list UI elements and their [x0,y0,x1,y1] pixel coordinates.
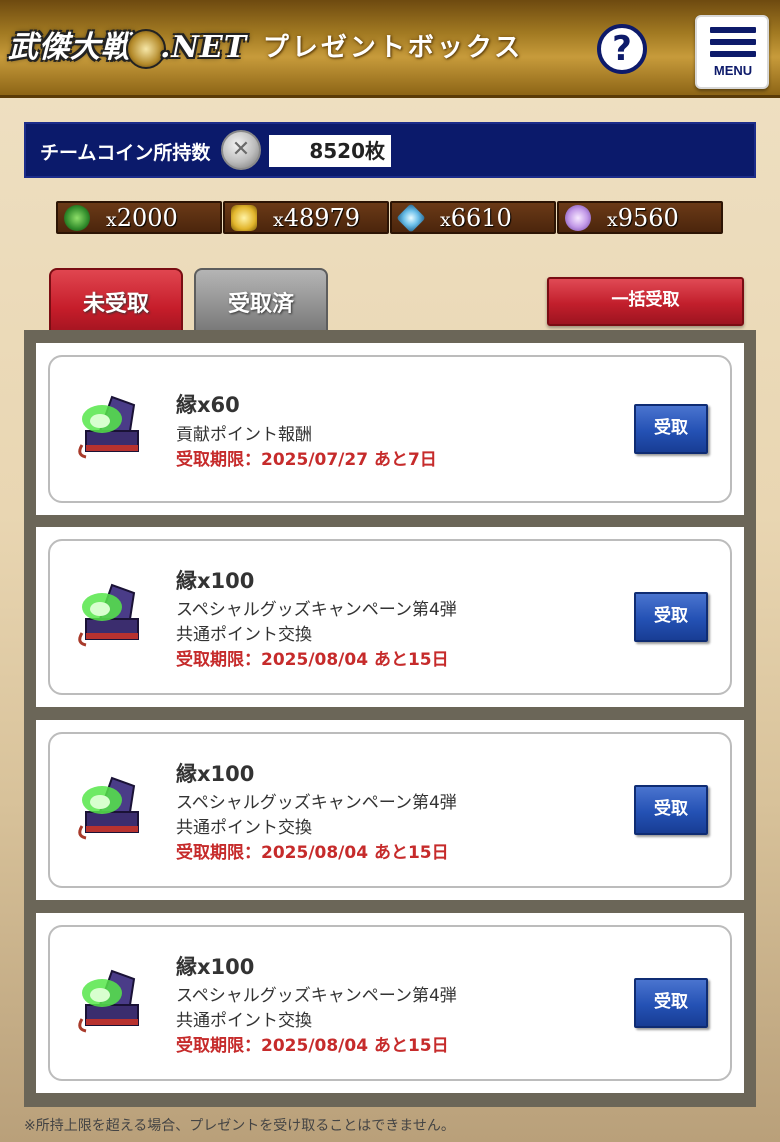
gold-coins-icon [231,205,257,231]
present-item: 縁x60 貢献ポイント報酬 受取期限：2025/07/27 あと7日 受取 [36,343,744,515]
item-deadline: 受取期限：2025/08/04 あと15日 [176,1036,449,1056]
item-description: スペシャルグッズキャンペーン第4弾 [176,793,457,813]
menu-bar-icon [710,39,756,45]
green-orb-icon [64,205,90,231]
resource-value: x2000 [106,204,178,232]
item-title: 縁x100 [176,762,255,786]
menu-bar-icon [710,51,756,57]
team-coin-bar: チームコイン所持数 ✕ 8520枚 [24,122,756,178]
resource-value: x9560 [607,204,679,232]
item-deadline: 受取期限：2025/07/27 あと7日 [176,450,437,470]
resource-value: x6610 [440,204,512,232]
team-coin-label: チームコイン所持数 [40,142,211,164]
treasure-chest-icon [78,776,139,840]
present-item: 縁x100 スペシャルグッズキャンペーン第4弾 共通ポイント交換 受取期限：20… [36,720,744,900]
item-deadline: 受取期限：2025/08/04 あと15日 [176,650,449,670]
treasure-chest-icon [78,395,139,459]
help-button[interactable]: ? [597,24,647,74]
header: 武傑大戦 .NET プレゼントボックス ? MENU [0,0,780,98]
blue-crystal-icon [396,203,426,233]
tab-unreceived[interactable]: 未受取 [49,268,183,334]
item-title: 縁x100 [176,955,255,979]
resource-green-orb: x2000 [56,201,222,234]
treasure-chest-icon [78,969,139,1033]
item-description: 貢献ポイント報酬 [176,425,312,445]
resource-gold-coins: x48979 [223,201,389,234]
menu-bar-icon [710,27,756,33]
receive-button[interactable]: 受取 [634,592,708,642]
footnote: ※所持上限を超える場合、プレゼントを受け取ることはできません。 [24,1118,455,1134]
item-description: 共通ポイント交換 [176,1011,312,1031]
purple-lotus-icon [565,205,591,231]
menu-label: MENU [713,63,753,78]
present-item: 縁x100 スペシャルグッズキャンペーン第4弾 共通ポイント交換 受取期限：20… [36,527,744,707]
resource-purple-lotus: x9560 [557,201,723,234]
receive-button[interactable]: 受取 [634,978,708,1028]
item-title: 縁x100 [176,569,255,593]
item-description: 共通ポイント交換 [176,625,312,645]
bulk-receive-button[interactable]: 一括受取 [547,277,744,326]
site-logo[interactable]: 武傑大戦 .NET [8,20,246,76]
tab-received[interactable]: 受取済 [194,268,328,334]
team-coin-value: 8520枚 [269,135,391,167]
silver-coin-icon: ✕ [221,130,261,170]
item-description: スペシャルグッズキャンペーン第4弾 [176,986,457,1006]
item-deadline: 受取期限：2025/08/04 あと15日 [176,843,449,863]
menu-button[interactable]: MENU [695,15,769,89]
item-title: 縁x60 [176,393,240,417]
resource-blue-crystal: x6610 [390,201,556,234]
page-title: プレゼントボックス [262,33,524,63]
item-description: スペシャルグッズキャンペーン第4弾 [176,600,457,620]
treasure-chest-icon [78,583,139,647]
item-description: 共通ポイント交換 [176,818,312,838]
present-item: 縁x100 スペシャルグッズキャンペーン第4弾 共通ポイント交換 受取期限：20… [36,913,744,1093]
resource-value: x48979 [273,204,361,232]
receive-button[interactable]: 受取 [634,785,708,835]
receive-button[interactable]: 受取 [634,404,708,454]
